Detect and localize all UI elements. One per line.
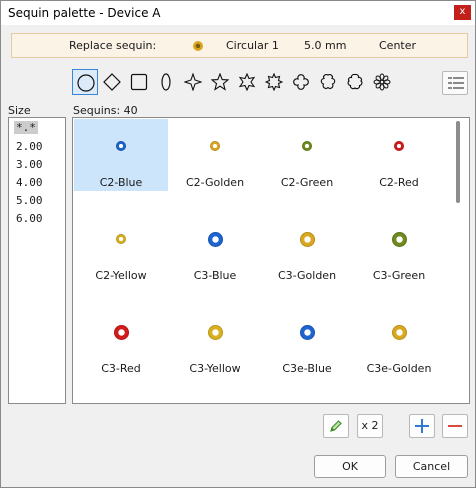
sequin-swatch-icon (392, 232, 407, 247)
ellipse-icon (161, 73, 171, 91)
replace-sequin-bar: Replace sequin: Circular 1 5.0 mm Center (11, 33, 468, 58)
diamond-icon (103, 73, 121, 91)
multiply-button[interactable]: x 2 (357, 414, 383, 438)
flower6-shape-button[interactable] (342, 69, 368, 95)
size-item[interactable]: 4.00 (16, 176, 43, 189)
star5-shape-button[interactable] (207, 69, 233, 95)
sequin-palette-dialog: Sequin palette - Device A x Replace sequ… (0, 0, 476, 488)
sequin-name: C2-Green (280, 176, 334, 189)
star6-shape-button[interactable] (234, 69, 260, 95)
replace-label: Replace sequin: (69, 39, 157, 52)
star-6-icon (238, 73, 256, 91)
list-view-icon (448, 77, 464, 89)
sequin-name: C3e-Golden (366, 362, 432, 375)
sequin-item[interactable]: C3-Green (352, 212, 446, 284)
size-item[interactable]: 2.00 (16, 140, 43, 153)
sequin-swatch-icon (208, 325, 223, 340)
sequin-item[interactable]: C2-Yellow (74, 212, 168, 284)
add-button[interactable] (409, 414, 435, 438)
clover-icon (293, 74, 309, 90)
sequin-name: C3-Golden (277, 269, 337, 282)
size-panel-label: Size (8, 104, 31, 117)
ok-button[interactable]: OK (314, 455, 386, 478)
flower8-shape-button[interactable] (369, 69, 395, 95)
ellipse-shape-button[interactable] (153, 69, 179, 95)
cancel-button[interactable]: Cancel (395, 455, 468, 478)
replace-position: Center (379, 39, 417, 52)
close-button[interactable]: x (454, 5, 471, 20)
square-icon (130, 73, 148, 91)
sequin-name: C3e-Blue (282, 362, 332, 375)
sequins-count-label: Sequins: 40 (73, 104, 138, 117)
sequin-grid: C2-Blue C2-Golden C2-Green C2-Red C2-Yel… (72, 117, 470, 404)
minus-icon (448, 425, 462, 427)
shape-filter-bar (72, 69, 392, 95)
sequin-swatch-icon (300, 232, 315, 247)
sequin-item[interactable]: C3-Blue (168, 212, 262, 284)
star-5-icon (211, 73, 229, 91)
star4-shape-button[interactable] (180, 69, 206, 95)
remove-button[interactable] (442, 414, 468, 438)
star-8-icon (265, 73, 283, 91)
flower-5-icon (320, 74, 336, 89)
sequin-swatch-icon (116, 234, 126, 244)
sequin-item[interactable]: C3-Yellow (168, 305, 262, 377)
sequin-name: C2-Yellow (95, 269, 147, 282)
edit-button[interactable] (323, 414, 349, 438)
title-bar: Sequin palette - Device A x (1, 1, 475, 25)
flower-8-icon (373, 73, 391, 91)
sequin-item[interactable]: C3-Golden (260, 212, 354, 284)
sequin-swatch-icon (210, 141, 220, 151)
grid-scrollbar[interactable] (456, 121, 460, 203)
list-view-button[interactable] (442, 71, 468, 95)
sequin-name: C3-Blue (193, 269, 237, 282)
sequin-item[interactable]: C2-Red (352, 119, 446, 191)
sequin-item[interactable]: C3e-Blue (260, 305, 354, 377)
sequin-swatch-icon (208, 232, 223, 247)
sequin-swatch-icon (394, 141, 404, 151)
replace-size: 5.0 mm (304, 39, 347, 52)
size-item[interactable]: 3.00 (16, 158, 43, 171)
flower-6-icon (347, 73, 363, 90)
sequin-item[interactable]: C3-Red (74, 305, 168, 377)
sequin-swatch-icon (116, 141, 126, 151)
replace-sequin-swatch-icon (193, 41, 203, 51)
sequin-name: C2-Red (379, 176, 419, 189)
replace-shape: Circular 1 (226, 39, 279, 52)
sequin-name: C2-Golden (185, 176, 245, 189)
star-4-icon (184, 73, 202, 91)
sequin-swatch-icon (392, 325, 407, 340)
circle-icon (77, 74, 95, 92)
size-list: *.* 2.00 3.00 4.00 5.00 6.00 (8, 117, 66, 404)
sequin-name: C3-Red (101, 362, 141, 375)
star8-shape-button[interactable] (261, 69, 287, 95)
sequin-item[interactable]: C3e-Golden (352, 305, 446, 377)
circle-shape-button[interactable] (72, 69, 98, 95)
square-shape-button[interactable] (126, 69, 152, 95)
pencil-icon (330, 420, 342, 432)
flower5-shape-button[interactable] (315, 69, 341, 95)
size-item[interactable]: *.* (14, 121, 38, 134)
sequin-swatch-icon (302, 141, 312, 151)
sequin-item[interactable]: C2-Blue (74, 119, 168, 191)
clover-shape-button[interactable] (288, 69, 314, 95)
window-title: Sequin palette - Device A (8, 6, 161, 20)
sequin-item[interactable]: C2-Golden (168, 119, 262, 191)
sequin-name: C2-Blue (99, 176, 143, 189)
sequin-item[interactable]: C2-Green (260, 119, 354, 191)
plus-icon (415, 419, 429, 433)
sequin-swatch-icon (114, 325, 129, 340)
sequin-name: C3-Green (372, 269, 426, 282)
size-item[interactable]: 6.00 (16, 212, 43, 225)
size-item[interactable]: 5.00 (16, 194, 43, 207)
sequin-name: C3-Yellow (189, 362, 241, 375)
diamond-shape-button[interactable] (99, 69, 125, 95)
sequin-swatch-icon (300, 325, 315, 340)
